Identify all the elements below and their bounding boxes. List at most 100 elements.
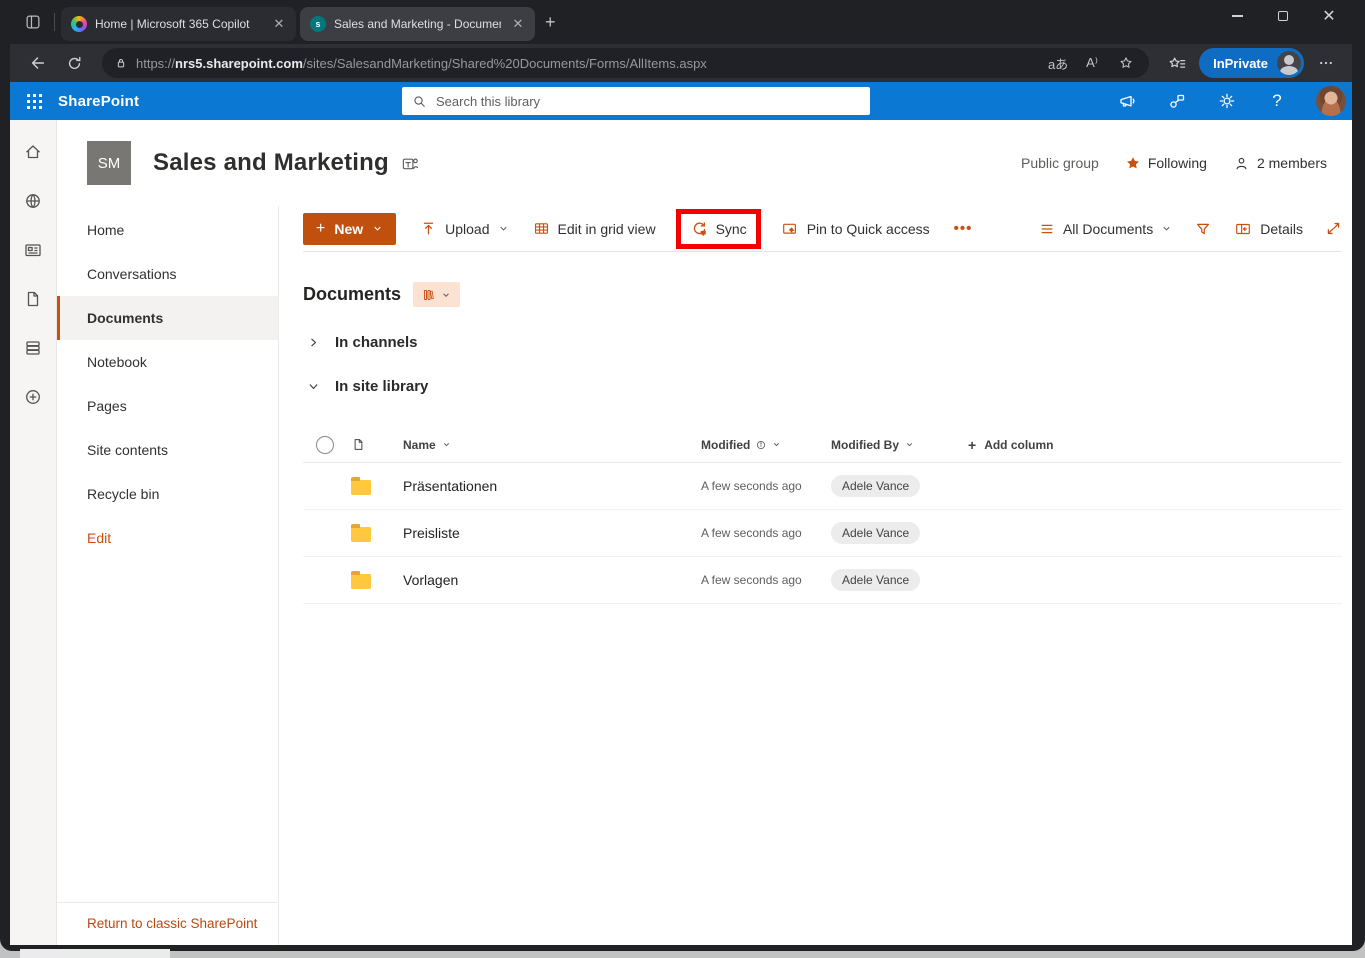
column-header-modified-by[interactable]: Modified By (807, 438, 944, 452)
modified-by-badge[interactable]: Adele Vance (831, 475, 920, 497)
libraries-icon[interactable] (23, 338, 43, 358)
nav-item-site-contents[interactable]: Site contents (57, 428, 278, 472)
plus-icon: + (316, 220, 325, 238)
select-all-checkbox[interactable] (316, 436, 334, 454)
create-plus-icon[interactable] (23, 387, 43, 407)
url-text: https://nrs5.sharepoint.com/sites/Salesa… (136, 56, 1037, 71)
app-launcher-icon[interactable] (10, 82, 58, 120)
chevron-down-icon (442, 440, 451, 449)
search-input[interactable] (436, 94, 860, 109)
my-files-icon[interactable] (23, 289, 43, 309)
file-type-column-icon[interactable] (351, 437, 366, 452)
modified-by-badge[interactable]: Adele Vance (831, 522, 920, 544)
settings-gear-icon[interactable] (1216, 90, 1238, 112)
folder-name: Preisliste (403, 525, 460, 541)
column-header-modified[interactable]: Modified (677, 438, 807, 452)
translate-icon[interactable]: aあ (1045, 50, 1071, 76)
tab-sharepoint-documents[interactable]: s Sales and Marketing - Documents ✕ (300, 7, 535, 41)
return-classic-link[interactable]: Return to classic SharePoint (57, 902, 278, 945)
library-search-box[interactable] (402, 87, 870, 115)
section-in-channels[interactable]: In channels (303, 334, 1342, 351)
favorite-star-icon[interactable] (1113, 50, 1139, 76)
section-in-site-library[interactable]: In site library (303, 378, 1342, 395)
account-avatar[interactable] (1316, 86, 1346, 116)
nav-item-conversations[interactable]: Conversations (57, 252, 278, 296)
nav-item-documents[interactable]: Documents (57, 296, 278, 340)
modified-value: A few seconds ago (677, 573, 807, 587)
announcements-megaphone-icon[interactable] (1116, 90, 1138, 112)
table-row[interactable]: Preisliste A few seconds ago Adele Vance (303, 510, 1342, 557)
help-icon[interactable]: ? (1266, 90, 1288, 112)
column-header-name[interactable]: Name (379, 438, 677, 452)
new-tab-button[interactable]: + (545, 12, 556, 33)
org-explorer-icon[interactable] (1166, 90, 1188, 112)
upload-button[interactable]: Upload (420, 220, 508, 237)
view-selector-button[interactable]: All Documents (1039, 221, 1172, 237)
nav-item-recycle-bin[interactable]: Recycle bin (57, 472, 278, 516)
grid-icon (533, 220, 550, 237)
person-icon (1233, 155, 1250, 172)
back-icon[interactable] (24, 49, 52, 77)
expand-arrows-icon (1325, 220, 1342, 237)
my-sites-globe-icon[interactable] (23, 191, 43, 211)
privacy-label: Public group (1021, 155, 1099, 171)
tab-close-icon[interactable]: ✕ (270, 15, 288, 33)
edit-grid-view-button[interactable]: Edit in grid view (533, 220, 656, 237)
maximize-button[interactable] (1260, 0, 1306, 32)
sharepoint-brand[interactable]: SharePoint (58, 93, 139, 110)
window-controls: ✕ (1214, 0, 1352, 44)
nav-item-pages[interactable]: Pages (57, 384, 278, 428)
table-row[interactable]: Vorlagen A few seconds ago Adele Vance (303, 557, 1342, 604)
info-icon (755, 439, 767, 451)
nav-item-edit[interactable]: Edit (57, 516, 278, 560)
browser-menu-icon[interactable] (1312, 49, 1340, 77)
nav-item-notebook[interactable]: Notebook (57, 340, 278, 384)
inprivate-badge[interactable]: InPrivate (1199, 48, 1304, 78)
minimize-button[interactable] (1214, 0, 1260, 32)
background-window-edge (20, 949, 170, 958)
add-column-button[interactable]: + Add column (944, 437, 1342, 453)
news-icon[interactable] (23, 240, 43, 260)
modified-by-badge[interactable]: Adele Vance (831, 569, 920, 591)
browser-toolbar: https://nrs5.sharepoint.com/sites/Salesa… (10, 44, 1352, 82)
favorites-hub-icon[interactable] (1163, 49, 1191, 77)
tab-workspaces-icon[interactable] (18, 7, 48, 37)
members-button[interactable]: 2 members (1233, 155, 1327, 172)
read-aloud-icon[interactable]: A⁾ (1079, 50, 1105, 76)
site-logo[interactable]: SM (87, 141, 131, 185)
sync-icon (690, 220, 708, 238)
pin-quick-access-button[interactable]: Pin to Quick access (781, 220, 930, 238)
tab-close-icon[interactable]: ✕ (509, 15, 527, 33)
details-pane-icon (1234, 220, 1252, 238)
folder-icon (351, 527, 371, 542)
chevron-down-icon (1161, 223, 1172, 234)
pin-icon (781, 220, 799, 238)
close-button[interactable]: ✕ (1306, 0, 1352, 32)
details-pane-button[interactable]: Details (1234, 220, 1303, 238)
star-filled-icon (1125, 155, 1141, 171)
more-commands-button[interactable]: ••• (954, 220, 973, 237)
refresh-icon[interactable] (60, 49, 88, 77)
library-books-icon (422, 288, 436, 302)
chevron-down-icon (372, 223, 383, 234)
expand-button[interactable] (1325, 220, 1342, 237)
profile-icon (1277, 51, 1301, 75)
home-icon[interactable] (23, 142, 43, 162)
filter-button[interactable] (1194, 220, 1212, 238)
table-row[interactable]: Präsentationen A few seconds ago Adele V… (303, 463, 1342, 510)
site-title[interactable]: Sales and Marketing (153, 149, 389, 177)
sync-button[interactable]: Sync (690, 220, 747, 238)
library-views-button[interactable] (413, 282, 460, 307)
chevron-down-icon (441, 290, 451, 300)
folder-icon (351, 480, 371, 495)
modified-value: A few seconds ago (677, 526, 807, 540)
tab-copilot[interactable]: Home | Microsoft 365 Copilot ✕ (61, 7, 296, 41)
command-bar: + New Upload Edit in g (303, 206, 1342, 252)
following-button[interactable]: Following (1125, 155, 1207, 171)
nav-item-home[interactable]: Home (57, 208, 278, 252)
upload-icon (420, 220, 437, 237)
chevron-down-icon (772, 440, 781, 449)
new-button[interactable]: + New (303, 213, 396, 245)
address-bar[interactable]: https://nrs5.sharepoint.com/sites/Salesa… (102, 48, 1149, 78)
browser-window: Home | Microsoft 365 Copilot ✕ s Sales a… (0, 0, 1365, 951)
